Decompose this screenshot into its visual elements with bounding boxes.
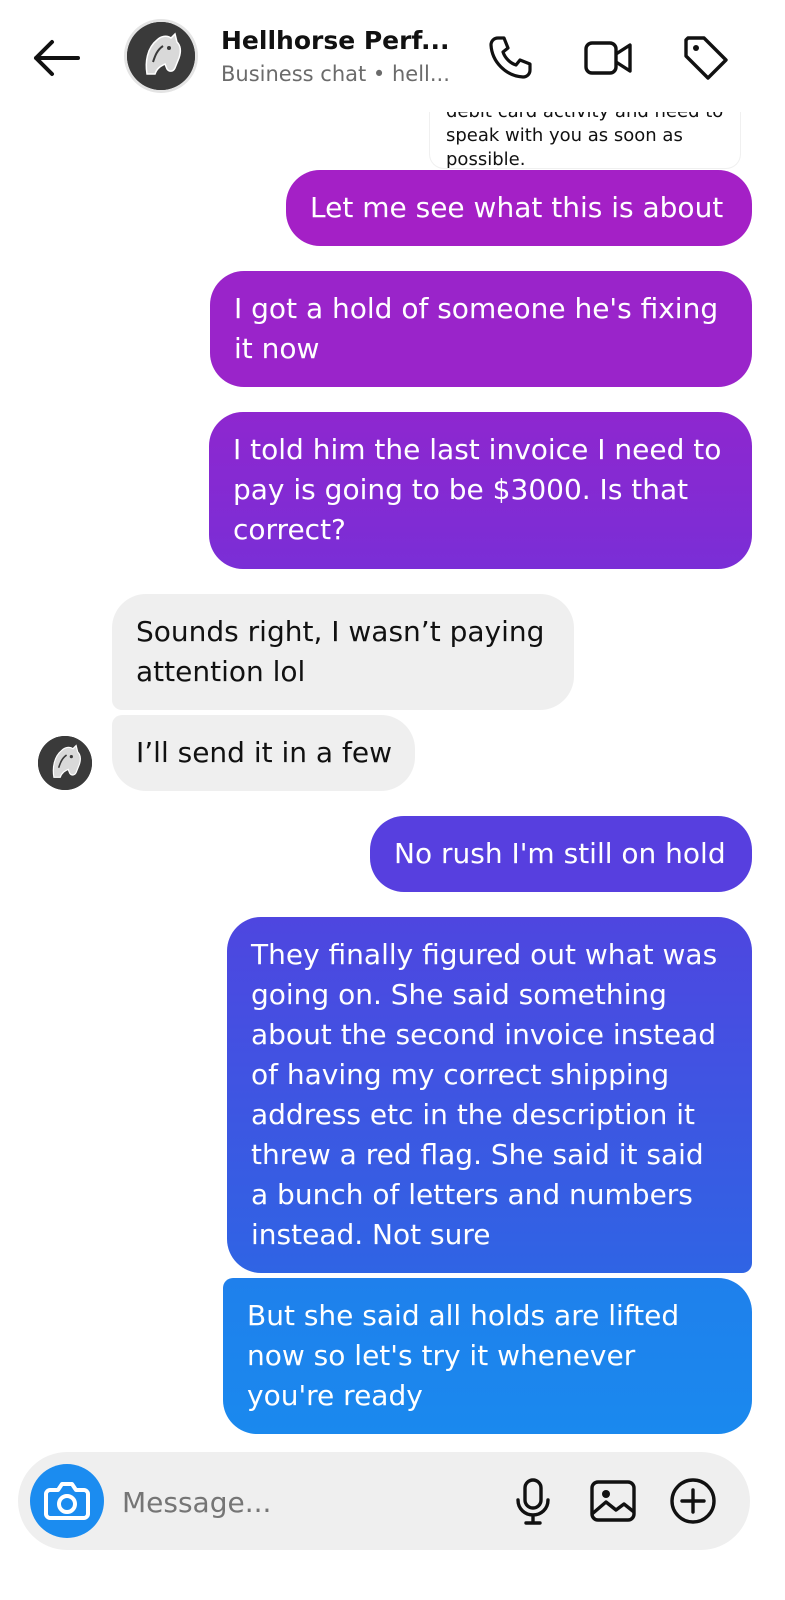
horse-logo-icon — [127, 22, 195, 90]
image-icon[interactable] — [586, 1474, 640, 1528]
incoming-message[interactable]: I’ll send it in a few — [112, 715, 415, 791]
message-text: I got a hold of someone he's fixing it n… — [234, 292, 719, 365]
incoming-message[interactable]: Sounds right, I wasn’t paying attention … — [112, 594, 574, 710]
camera-button[interactable] — [30, 1464, 104, 1538]
message-text: No rush I'm still on hold — [394, 837, 726, 870]
camera-icon — [44, 1482, 90, 1520]
message-text: I told him the last invoice I need to pa… — [233, 433, 722, 546]
chat-title[interactable]: Hellhorse Perf... — [221, 26, 449, 55]
message-text: But she said all holds are lifted now so… — [247, 1299, 680, 1412]
message-text: They finally figured out what was going … — [251, 938, 718, 1251]
outgoing-message[interactable]: But she said all holds are lifted now so… — [223, 1278, 752, 1434]
chat-header: Hellhorse Perf... Business chat • hell..… — [0, 0, 785, 112]
tag-icon[interactable] — [680, 32, 732, 84]
message-composer — [18, 1452, 750, 1550]
outgoing-message[interactable]: Let me see what this is about — [286, 170, 752, 246]
sender-avatar[interactable] — [38, 736, 92, 790]
avatar[interactable] — [127, 22, 195, 90]
outgoing-message[interactable]: I got a hold of someone he's fixing it n… — [210, 271, 752, 387]
message-text: Sounds right, I wasn’t paying attention … — [136, 615, 545, 688]
horse-logo-icon — [38, 736, 92, 790]
add-circle-icon[interactable] — [666, 1474, 720, 1528]
phone-icon[interactable] — [484, 32, 536, 84]
outgoing-message[interactable]: I told him the last invoice I need to pa… — [209, 412, 752, 569]
microphone-icon[interactable] — [506, 1474, 560, 1528]
message-text: I’ll send it in a few — [136, 736, 392, 769]
chat-subtitle[interactable]: Business chat • hell... — [221, 62, 450, 86]
video-camera-icon[interactable] — [582, 32, 634, 84]
message-text: Let me see what this is about — [310, 191, 724, 224]
back-arrow-icon[interactable] — [30, 36, 82, 80]
message-input[interactable] — [120, 1472, 504, 1532]
outgoing-message[interactable]: They finally figured out what was going … — [227, 917, 752, 1273]
outgoing-message[interactable]: No rush I'm still on hold — [370, 816, 752, 892]
